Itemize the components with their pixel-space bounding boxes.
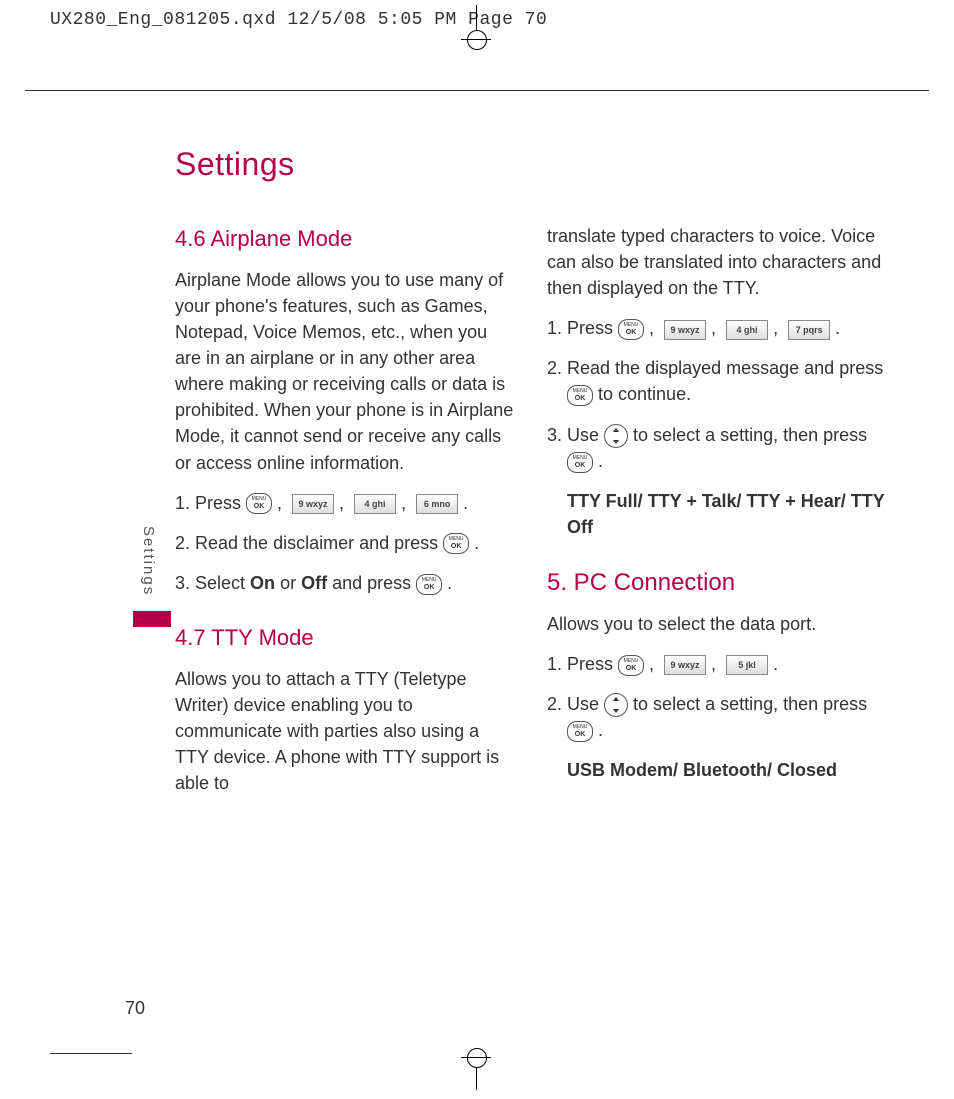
options-tty: TTY Full/ TTY + Talk/ TTY + Hear/ TTY Of… — [567, 488, 889, 540]
crop-mark — [461, 1057, 491, 1058]
page-title: Settings — [175, 146, 929, 183]
text: 1. Press — [547, 318, 618, 338]
step-5-2: 2. Use to select a setting, then press .… — [547, 691, 889, 783]
text: 1. Press — [547, 654, 618, 674]
text: 3. Select — [175, 573, 250, 593]
ok-key-icon — [443, 533, 469, 554]
text: 2. Read the displayed message and press — [547, 358, 883, 378]
option-off: Off — [301, 573, 327, 593]
text: 2. Use — [547, 694, 604, 714]
step-4-7-3: 3. Use to select a setting, then press .… — [547, 422, 889, 541]
ok-key-icon — [618, 319, 644, 340]
step-4-7-1: 1. Press , 9 wxyz , 4 ghi , 7 pqrs . — [547, 315, 889, 341]
step-4-6-2: 2. Read the disclaimer and press . — [175, 530, 517, 556]
ok-key-icon — [246, 493, 272, 514]
ok-key-icon — [567, 452, 593, 473]
page-number: 70 — [125, 998, 145, 1019]
side-tab-label: Settings — [140, 526, 157, 596]
column-right: translate typed characters to voice. Voi… — [547, 223, 889, 810]
page-frame: Settings Settings 4.6 Airplane Mode Airp… — [25, 90, 929, 1044]
side-tab-marker — [133, 611, 171, 627]
nav-key-icon — [604, 424, 628, 448]
step-4-7-2: 2. Read the displayed message and press … — [547, 355, 889, 407]
step-4-6-1: 1. Press , 9 wxyz , 4 ghi , 6 mno . — [175, 490, 517, 516]
body-4-7-cont: translate typed characters to voice. Voi… — [547, 223, 889, 301]
column-left: 4.6 Airplane Mode Airplane Mode allows y… — [175, 223, 517, 810]
crop-target-icon — [467, 1048, 487, 1068]
crop-header: UX280_Eng_081205.qxd 12/5/08 5:05 PM Pag… — [50, 10, 547, 30]
ok-key-icon — [567, 385, 593, 406]
key-5-icon: 5 jkl — [726, 655, 768, 675]
body-5: Allows you to select the data port. — [547, 611, 889, 637]
body-4-6: Airplane Mode allows you to use many of … — [175, 267, 517, 476]
heading-5: 5. PC Connection — [547, 566, 889, 601]
text: to select a setting, then press — [633, 694, 867, 714]
key-9-icon: 9 wxyz — [664, 320, 706, 340]
text: to select a setting, then press — [633, 425, 867, 445]
text: to continue. — [598, 384, 691, 404]
text: 3. Use — [547, 425, 604, 445]
key-9-icon: 9 wxyz — [664, 655, 706, 675]
crop-target-icon — [467, 30, 487, 50]
ok-key-icon — [416, 574, 442, 595]
ok-key-icon — [618, 655, 644, 676]
key-4-icon: 4 ghi — [726, 320, 768, 340]
text: or — [280, 573, 301, 593]
footer-rule — [50, 1053, 132, 1054]
key-4-icon: 4 ghi — [354, 494, 396, 514]
step-4-6-3: 3. Select On or Off and press . — [175, 570, 517, 596]
text: 1. Press — [175, 493, 246, 513]
step-5-1: 1. Press , 9 wxyz , 5 jkl . — [547, 651, 889, 677]
option-on: On — [250, 573, 275, 593]
text: 2. Read the disclaimer and press — [175, 533, 443, 553]
key-9-icon: 9 wxyz — [292, 494, 334, 514]
nav-key-icon — [604, 693, 628, 717]
body-4-7: Allows you to attach a TTY (Teletype Wri… — [175, 666, 517, 796]
ok-key-icon — [567, 721, 593, 742]
text: and press — [332, 573, 416, 593]
key-7-icon: 7 pqrs — [788, 320, 830, 340]
heading-4-6: 4.6 Airplane Mode — [175, 223, 517, 255]
options-pc: USB Modem/ Bluetooth/ Closed — [567, 757, 889, 783]
crop-mark — [461, 39, 491, 40]
key-6-icon: 6 mno — [416, 494, 458, 514]
heading-4-7: 4.7 TTY Mode — [175, 622, 517, 654]
